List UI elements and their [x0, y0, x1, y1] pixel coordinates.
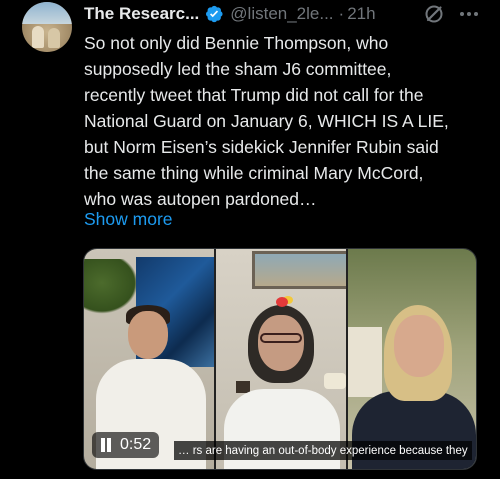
- author-avatar[interactable]: [22, 2, 72, 52]
- tweet-text-line: So not only did Bennie Thompson, who: [84, 33, 389, 53]
- tweet-text-line: but Norm Eisen’s sidekick Jennifer Rubin…: [84, 137, 439, 157]
- window-decor: [348, 327, 382, 397]
- avatar-sky: [22, 2, 72, 24]
- author-handle[interactable]: @listen_2le...: [230, 4, 333, 24]
- video-panel-right: [348, 249, 476, 469]
- hair-bow: [276, 297, 288, 307]
- author-name[interactable]: The Researc...: [84, 4, 199, 24]
- video-player[interactable]: 0:52 … rs are having an out-of-body expe…: [83, 248, 477, 470]
- pause-icon[interactable]: [100, 438, 112, 452]
- tweet-text-line: National Guard on January 6, WHICH IS A …: [84, 111, 449, 131]
- wall-picture: [252, 251, 346, 289]
- separator-dot: ·: [338, 4, 345, 23]
- speaker-head: [128, 311, 168, 359]
- more-options-icon[interactable]: [458, 4, 480, 24]
- video-caption: … rs are having an out-of-body experienc…: [174, 441, 472, 460]
- video-controls[interactable]: 0:52: [92, 432, 160, 458]
- lamp-decor: [324, 373, 346, 389]
- tweet-text-line: the same thing while criminal Mary McCor…: [84, 163, 424, 183]
- video-duration: 0:52: [120, 436, 152, 453]
- tweet-text-line: supposedly led the sham J6 committee,: [84, 59, 392, 79]
- show-more-link[interactable]: Show more: [84, 206, 173, 232]
- grok-icon[interactable]: [424, 4, 444, 24]
- tweet-header: The Researc... @listen_2le... · 21h: [84, 2, 376, 26]
- avatar-figure: [48, 28, 60, 48]
- verified-badge-icon: [204, 4, 224, 24]
- tweet-timestamp[interactable]: 21h: [347, 4, 375, 24]
- tweet[interactable]: The Researc... @listen_2le... · 21h So n…: [0, 0, 500, 479]
- video-panel-center: [216, 249, 346, 469]
- speaker-glasses: [260, 333, 302, 343]
- tweet-text-line: recently tweet that Trump did not call f…: [84, 85, 424, 105]
- tweet-text: So not only did Bennie Thompson, who sup…: [84, 30, 494, 212]
- speaker-head: [258, 315, 304, 371]
- speaker-head: [394, 315, 444, 377]
- avatar-figure: [32, 26, 44, 48]
